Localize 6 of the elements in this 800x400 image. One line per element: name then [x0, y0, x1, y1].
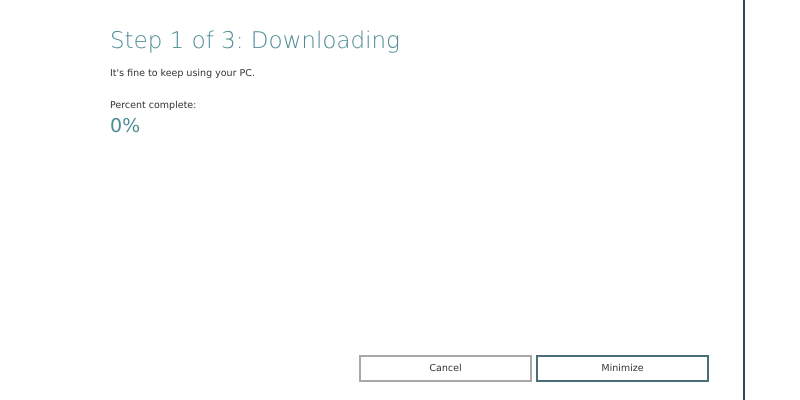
dialog-title: Step 1 of 3: Downloading — [110, 28, 401, 54]
progress-label: Percent complete: — [110, 100, 198, 111]
minimize-button[interactable]: Minimize — [536, 355, 709, 382]
progress-value: 0% — [110, 115, 142, 137]
cancel-button[interactable]: Cancel — [359, 355, 532, 382]
info-text: It's fine to keep using your PC. — [110, 68, 256, 79]
